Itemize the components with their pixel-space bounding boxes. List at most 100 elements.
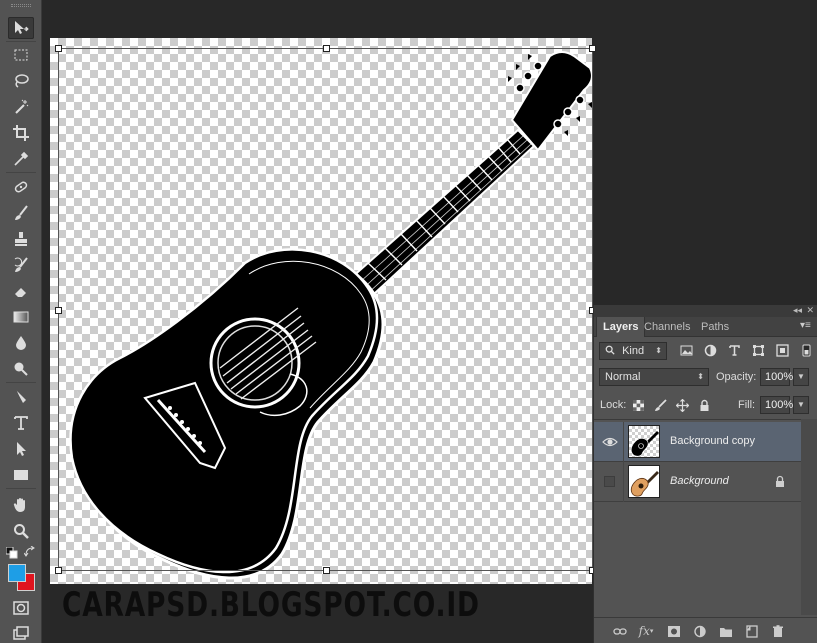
screen-mode-icon xyxy=(13,626,29,640)
transform-bounding-box[interactable] xyxy=(55,45,596,574)
dodge-icon xyxy=(14,362,28,376)
path-selection-tool[interactable] xyxy=(8,438,34,460)
visibility-toggle-empty[interactable] xyxy=(604,476,615,487)
eyedropper-tool[interactable] xyxy=(8,148,34,170)
lasso-tool[interactable] xyxy=(8,70,34,92)
fill-input[interactable]: 100% xyxy=(760,396,793,414)
gradient-tool[interactable] xyxy=(8,306,34,328)
add-mask-icon[interactable] xyxy=(666,624,682,638)
transform-handle-top-right[interactable] xyxy=(589,45,596,52)
delete-layer-icon[interactable] xyxy=(770,624,786,638)
rectangle-tool[interactable] xyxy=(8,464,34,486)
healing-brush-tool[interactable] xyxy=(8,176,34,198)
guitar-thumbnail-icon xyxy=(630,431,659,457)
blend-mode-dropdown[interactable]: Normal ⬍ xyxy=(599,368,709,386)
layer-list-scrollbar[interactable] xyxy=(801,419,817,615)
gradient-icon xyxy=(13,311,29,323)
filter-smart-object-icon[interactable] xyxy=(774,343,790,357)
zoom-icon xyxy=(14,524,29,539)
lock-all-icon[interactable] xyxy=(696,397,712,413)
type-icon xyxy=(14,416,28,430)
type-tool[interactable] xyxy=(8,412,34,434)
pen-tool[interactable] xyxy=(8,386,34,408)
close-panel-icon[interactable]: ✕ xyxy=(806,305,814,316)
hand-tool[interactable] xyxy=(8,494,34,516)
filter-adjustment-icon[interactable] xyxy=(702,343,718,357)
clone-stamp-icon xyxy=(15,232,27,246)
magic-wand-tool[interactable] xyxy=(8,96,34,118)
history-brush-icon xyxy=(14,257,28,272)
brush-icon xyxy=(15,205,28,220)
collapse-panel-icon[interactable]: ◂◂ xyxy=(793,305,802,316)
swap-colors-icon[interactable] xyxy=(24,546,36,558)
adjustment-layer-icon[interactable] xyxy=(692,624,708,638)
clone-stamp-tool[interactable] xyxy=(8,228,34,250)
lock-row: Lock: Fill: 100% ▼ xyxy=(594,393,817,421)
zoom-tool[interactable] xyxy=(8,520,34,542)
filter-kind-dropdown[interactable]: Kind ⬍ xyxy=(599,342,667,360)
default-colors-icon[interactable] xyxy=(6,547,18,559)
tools-panel xyxy=(0,0,42,643)
opacity-dropdown-button[interactable]: ▼ xyxy=(793,368,809,386)
layers-panel-footer: fx ▾ xyxy=(594,617,817,643)
filter-type-icon[interactable] xyxy=(726,343,742,357)
panel-tab-bar: Layers Channels Paths ▾≡ xyxy=(594,317,817,337)
panel-title-bar[interactable]: ◂◂ ✕ xyxy=(594,305,817,317)
lock-transparent-pixels-icon[interactable] xyxy=(630,397,646,413)
guitar-thumbnail-icon xyxy=(630,471,659,497)
panel-menu-icon[interactable]: ▾≡ xyxy=(800,320,814,332)
filter-shape-icon[interactable] xyxy=(750,343,766,357)
history-brush-tool[interactable] xyxy=(8,254,34,276)
layer-row-background-copy[interactable]: Background copy xyxy=(594,422,802,462)
new-group-icon[interactable] xyxy=(718,624,734,638)
search-icon xyxy=(605,345,615,355)
document-canvas[interactable] xyxy=(50,38,596,584)
brush-tool[interactable] xyxy=(8,202,34,224)
fill-dropdown-button[interactable]: ▼ xyxy=(793,396,809,414)
new-layer-icon[interactable] xyxy=(744,624,760,638)
blur-tool[interactable] xyxy=(8,332,34,354)
hand-icon xyxy=(13,498,25,512)
transform-handle-bottom[interactable] xyxy=(323,567,330,574)
fill-label: Fill: xyxy=(738,399,756,411)
eye-icon[interactable] xyxy=(602,434,618,450)
tab-channels[interactable]: Channels xyxy=(638,317,696,337)
lock-image-pixels-icon[interactable] xyxy=(652,397,668,413)
move-tool[interactable] xyxy=(8,17,34,39)
crop-icon xyxy=(13,125,29,141)
eraser-tool[interactable] xyxy=(8,280,34,302)
dodge-tool[interactable] xyxy=(8,358,34,380)
marquee-tool[interactable] xyxy=(8,44,34,66)
transform-handle-left[interactable] xyxy=(55,307,62,314)
filter-pixel-icon[interactable] xyxy=(678,343,694,357)
quick-mask-button[interactable] xyxy=(8,597,34,619)
transform-handle-top-left[interactable] xyxy=(55,45,62,52)
screen-mode-button[interactable] xyxy=(8,623,34,643)
blend-mode-value: Normal xyxy=(605,371,641,383)
lock-position-icon[interactable] xyxy=(674,397,690,413)
move-icon xyxy=(15,21,29,34)
lasso-icon xyxy=(15,74,29,88)
layer-style-fx-button[interactable]: fx ▾ xyxy=(638,624,654,638)
layer-name[interactable]: Background xyxy=(670,475,729,487)
transform-handle-top[interactable] xyxy=(323,45,330,52)
crop-tool[interactable] xyxy=(8,122,34,144)
transform-handle-bottom-left[interactable] xyxy=(55,567,62,574)
healing-brush-icon xyxy=(14,181,28,193)
layer-row-background[interactable]: Background xyxy=(594,462,802,502)
layer-thumbnail xyxy=(628,425,660,458)
link-layers-icon[interactable] xyxy=(612,624,628,638)
lock-label: Lock: xyxy=(600,399,627,411)
filter-toggle-icon[interactable] xyxy=(798,343,814,357)
visibility-column xyxy=(594,422,624,462)
panel-grip[interactable] xyxy=(11,4,31,7)
rectangle-icon xyxy=(14,470,28,480)
path-selection-icon xyxy=(17,442,26,456)
layer-thumbnail xyxy=(628,465,660,498)
layer-list: Background copy Background xyxy=(594,419,817,615)
opacity-input[interactable]: 100% xyxy=(760,368,793,386)
layer-name[interactable]: Background copy xyxy=(670,435,755,447)
tab-paths[interactable]: Paths xyxy=(695,317,735,337)
filter-kind-label: Kind xyxy=(622,345,645,357)
foreground-color-swatch[interactable] xyxy=(8,564,26,582)
